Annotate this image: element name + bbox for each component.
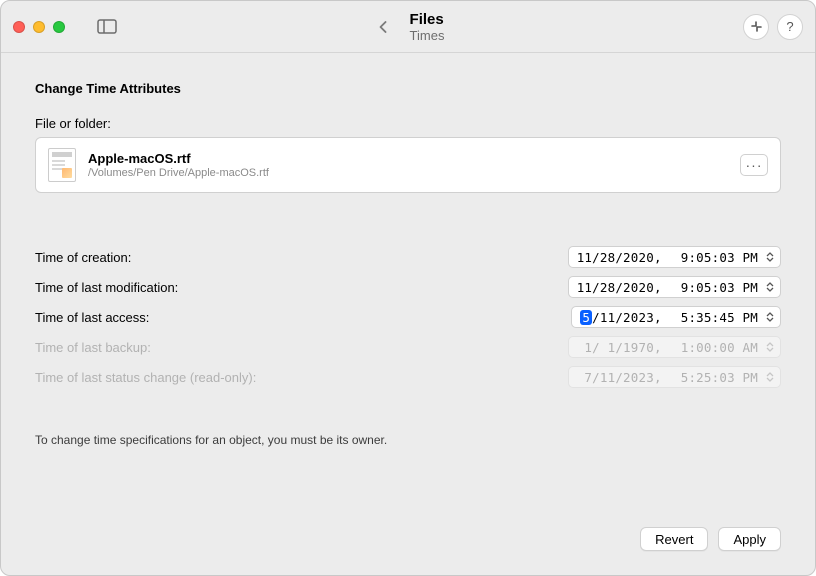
content: Change Time Attributes File or folder: A…	[1, 53, 815, 575]
help-button[interactable]: ?	[777, 14, 803, 40]
row-label: Time of last modification:	[35, 280, 568, 295]
owner-note: To change time specifications for an obj…	[35, 433, 781, 447]
section-heading: Change Time Attributes	[35, 81, 781, 96]
file-meta: Apple-macOS.rtf /Volumes/Pen Drive/Apple…	[88, 151, 728, 179]
datetime-field-access[interactable]: 5/11/2023, 5:35:45 PM	[571, 306, 781, 328]
file-icon	[48, 148, 76, 182]
toggle-sidebar-button[interactable]	[93, 15, 121, 39]
file-name: Apple-macOS.rtf	[88, 151, 728, 166]
row-label: Time of creation:	[35, 250, 568, 265]
stepper-icon[interactable]	[764, 312, 776, 322]
stepper-icon	[764, 372, 776, 382]
apply-button[interactable]: Apply	[718, 527, 781, 551]
choose-file-button[interactable]: ···	[740, 154, 768, 176]
stepper-icon	[764, 342, 776, 352]
page-title: Files	[410, 11, 445, 28]
stepper-icon[interactable]	[764, 252, 776, 262]
selected-segment: 5	[580, 310, 592, 325]
row-label: Time of last access:	[35, 310, 571, 325]
time-value: 5:35:45 PM	[681, 310, 758, 325]
datetime-field-backup: 1/ 1/1970, 1:00:00 AM	[568, 336, 781, 358]
date-value: 11/28/2020,	[577, 280, 662, 295]
datetime-field-creation[interactable]: 11/28/2020, 9:05:03 PM	[568, 246, 781, 268]
footer: Revert Apply	[35, 509, 781, 551]
time-rows: Time of creation: 11/28/2020, 9:05:03 PM…	[35, 247, 781, 387]
time-value: 9:05:03 PM	[681, 280, 758, 295]
date-value: 11/28/2020,	[577, 250, 662, 265]
row-status-change: Time of last status change (read-only): …	[35, 367, 781, 387]
date-value: 5/11/2023,	[580, 310, 661, 325]
close-icon[interactable]	[13, 21, 25, 33]
zoom-icon[interactable]	[53, 21, 65, 33]
page-subtitle: Times	[410, 28, 445, 43]
row-creation: Time of creation: 11/28/2020, 9:05:03 PM	[35, 247, 781, 267]
file-path: /Volumes/Pen Drive/Apple-macOS.rtf	[88, 167, 728, 179]
date-value: 1/ 1/1970,	[577, 340, 662, 355]
title-group: Files Times	[372, 11, 445, 43]
time-value: 9:05:03 PM	[681, 250, 758, 265]
revert-button[interactable]: Revert	[640, 527, 708, 551]
window-controls	[13, 21, 65, 33]
minimize-icon[interactable]	[33, 21, 45, 33]
stepper-icon[interactable]	[764, 282, 776, 292]
file-selector: Apple-macOS.rtf /Volumes/Pen Drive/Apple…	[35, 137, 781, 193]
datetime-field-modification[interactable]: 11/28/2020, 9:05:03 PM	[568, 276, 781, 298]
row-access: Time of last access: 5/11/2023, 5:35:45 …	[35, 307, 781, 327]
time-value: 5:25:03 PM	[681, 370, 758, 385]
row-label: Time of last backup:	[35, 340, 568, 355]
collapse-button[interactable]	[743, 14, 769, 40]
datetime-field-status: 7/11/2023, 5:25:03 PM	[568, 366, 781, 388]
row-label: Time of last status change (read-only):	[35, 370, 568, 385]
titlebar: Files Times ?	[1, 1, 815, 53]
window: Files Times ? Change Time Attributes Fil…	[0, 0, 816, 576]
row-backup: Time of last backup: 1/ 1/1970, 1:00:00 …	[35, 337, 781, 357]
time-value: 1:00:00 AM	[681, 340, 758, 355]
file-or-folder-label: File or folder:	[35, 116, 781, 131]
date-value: 7/11/2023,	[577, 370, 662, 385]
back-button[interactable]	[372, 15, 396, 39]
row-modification: Time of last modification: 11/28/2020, 9…	[35, 277, 781, 297]
toolbar-right: ?	[743, 14, 803, 40]
